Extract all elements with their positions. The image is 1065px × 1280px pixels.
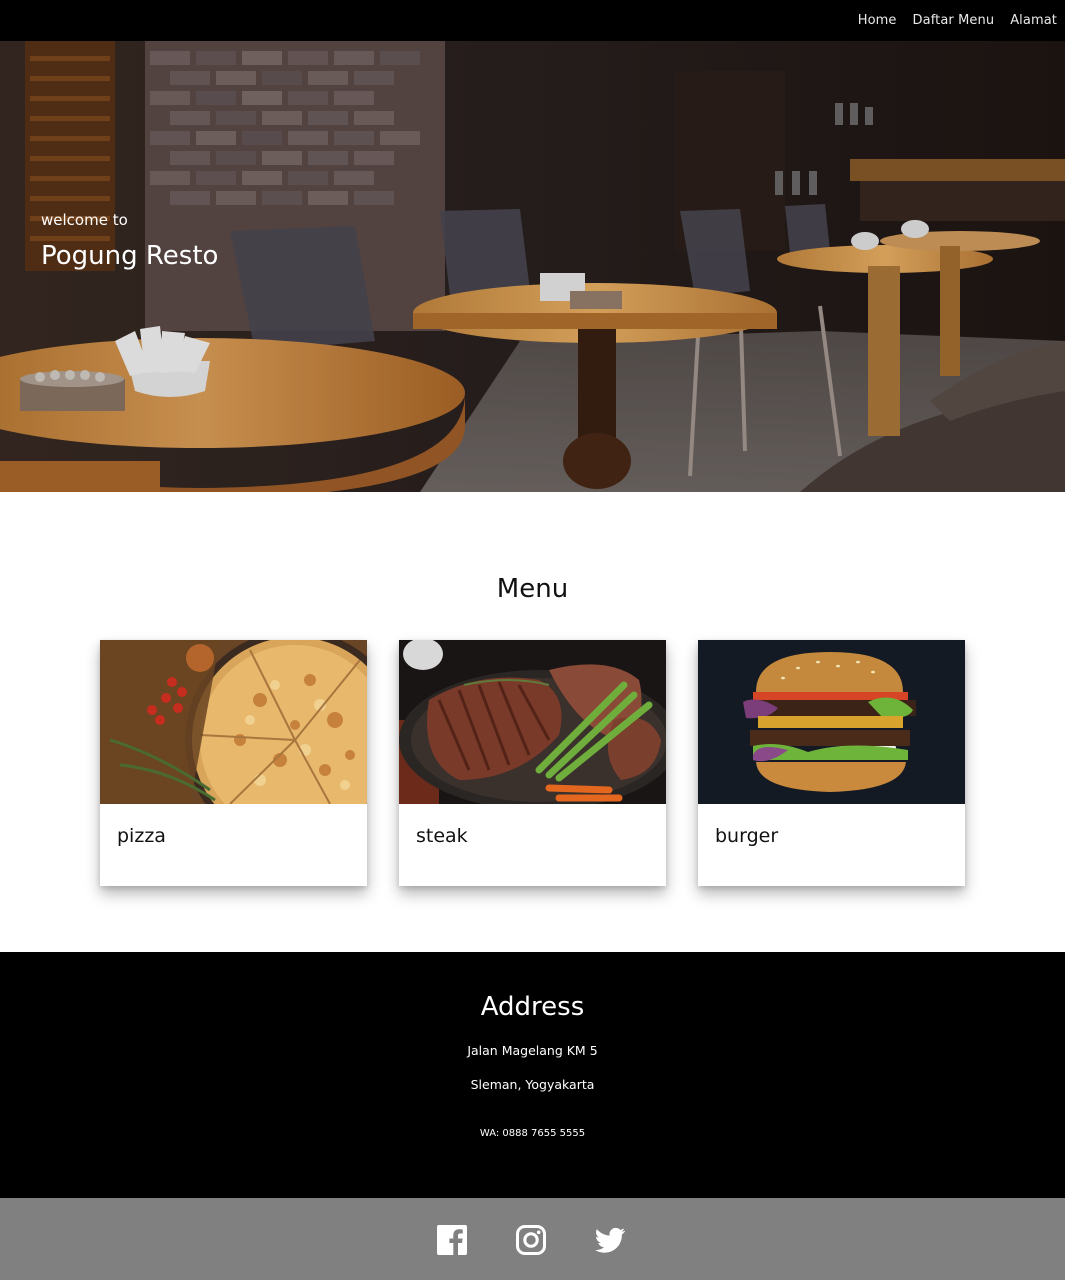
menu-card-pizza[interactable]: pizza [100, 640, 367, 886]
whatsapp-number: WA: 0888 7655 5555 [479, 1128, 586, 1139]
address-title: Address [480, 992, 585, 1022]
hero-welcome-text: welcome to [41, 211, 128, 229]
facebook-icon[interactable] [436, 1224, 468, 1256]
menu-title: Menu [496, 574, 569, 604]
nav-link-alamat[interactable]: Alamat [1010, 13, 1057, 28]
top-navbar: Home Daftar Menu Alamat [0, 0, 1065, 41]
menu-card-label: burger [715, 825, 779, 847]
menu-card-steak[interactable]: steak [399, 640, 666, 886]
menu-card-label: pizza [117, 825, 166, 847]
twitter-icon[interactable] [594, 1224, 626, 1256]
nav-link-daftar-menu[interactable]: Daftar Menu [913, 13, 995, 28]
burger-photo [698, 640, 965, 804]
nav-links: Home Daftar Menu Alamat [858, 0, 1057, 41]
social-footer [0, 1198, 1065, 1280]
hero-text: welcome to Pogung Resto [41, 211, 218, 271]
hero-title: Pogung Resto [41, 241, 219, 271]
instagram-icon[interactable] [515, 1224, 547, 1256]
pizza-photo [100, 640, 367, 804]
hero-section: welcome to Pogung Resto [0, 41, 1065, 492]
address-line-1: Jalan Magelang KM 5 [467, 1043, 598, 1058]
nav-link-home[interactable]: Home [858, 13, 897, 28]
steak-photo [399, 640, 666, 804]
address-section: Address Jalan Magelang KM 5 Sleman, Yogy… [0, 952, 1065, 1198]
menu-section: Menu pizza steak burger [0, 492, 1065, 952]
menu-card-burger[interactable]: burger [698, 640, 965, 886]
address-line-2: Sleman, Yogyakarta [470, 1077, 595, 1092]
menu-card-label: steak [416, 825, 468, 847]
